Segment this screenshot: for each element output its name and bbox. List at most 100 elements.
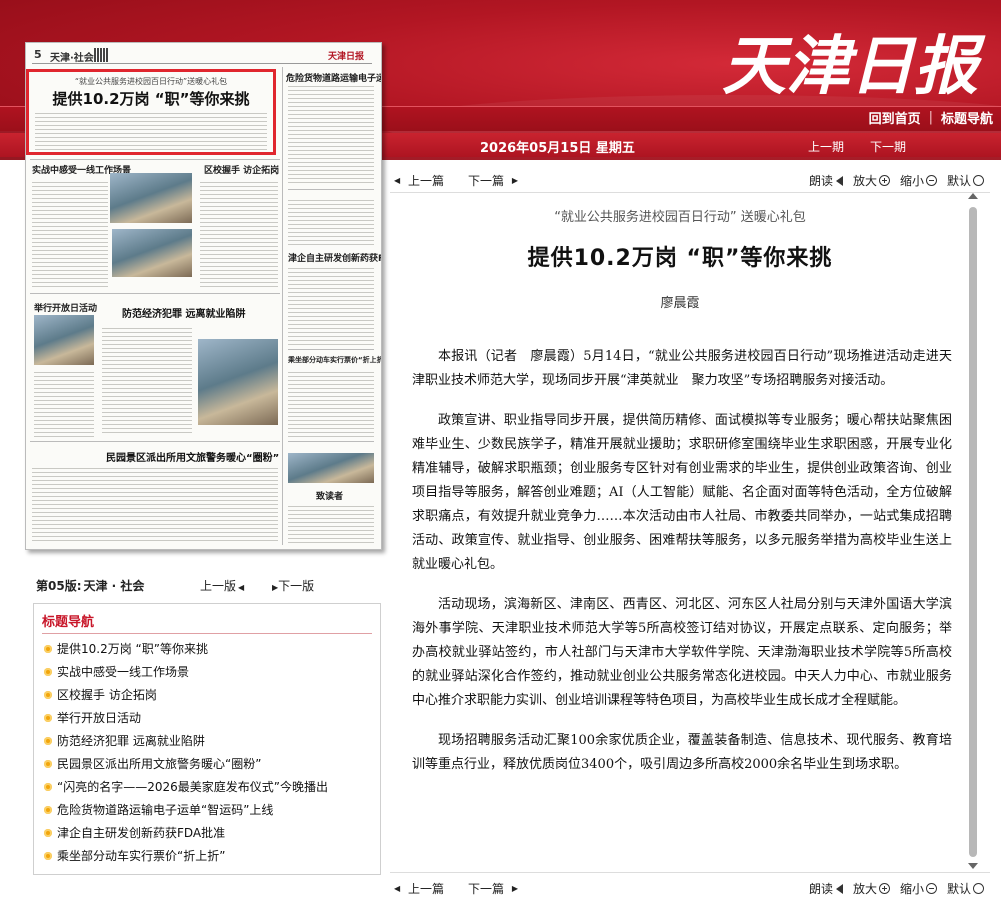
np-page-number: 5 [34, 48, 42, 61]
default-size-button[interactable]: 默认 [947, 172, 984, 189]
bullet-icon [44, 736, 52, 745]
toc-item[interactable]: 危险货物道路运输电子运单“智运码”上线 [44, 801, 273, 818]
toc-item-label: 防范经济犯罪 远离就业陷阱 [57, 734, 205, 748]
prev-page-label: 上一版 [200, 579, 237, 593]
scrollbar-thumb[interactable] [969, 207, 977, 857]
bullet-icon [44, 644, 52, 653]
toc-item-label: 乘坐部分动车实行票价“折上折” [57, 849, 226, 863]
np-text-block [288, 265, 374, 345]
next-issue-link[interactable]: 下一期 [870, 138, 906, 155]
next-page-link[interactable]: ▶下一版 [272, 577, 314, 594]
next-article-label: 下一篇 [468, 174, 505, 188]
article-author: 廖晨霞 [660, 296, 700, 311]
read-aloud-label: 朗读 [808, 174, 833, 188]
next-article-button[interactable]: 下一篇 ▶ [468, 172, 518, 189]
article-toolbar-bottom: ◀ 上一篇 下一篇 ▶ 朗读 放大 缩小 默认 [394, 877, 984, 897]
toc-item[interactable]: 乘坐部分动车实行票价“折上折” [44, 847, 225, 864]
article-body: 本报讯（记者 廖晨霞）5月14日，“就业公共服务进校园百日行动”现场推进活动走进… [412, 345, 952, 793]
toc-item[interactable]: 民园景区派出所用文旅警务暖心“圈粉” [44, 755, 261, 772]
default-size-button[interactable]: 默认 [947, 880, 984, 897]
np-headline[interactable]: 致读者 [316, 489, 343, 502]
zoom-in-button[interactable]: 放大 [853, 172, 890, 189]
np-section-name: 天津·社会 [50, 53, 94, 64]
bullet-icon [44, 713, 52, 722]
next-article-button[interactable]: 下一篇 ▶ [468, 880, 518, 897]
np-highlighted-article[interactable]: “就业公共服务进校园百日行动”送暖心礼包 提供10.2万岗 “职”等你来挑 [26, 69, 276, 155]
tianjin-daily-logo[interactable]: 天津日报 [718, 10, 988, 110]
toc-divider [42, 633, 372, 634]
np-text-block [200, 179, 278, 289]
prev-issue-link[interactable]: 上一期 [808, 138, 844, 155]
toc-item[interactable]: 提供10.2万岗 “职”等你来挑 [44, 640, 208, 657]
np-headline[interactable]: 乘坐部分动车实行票价“折上折” [288, 355, 381, 365]
np-headline[interactable]: 区校握手 访企拓岗 [204, 163, 279, 176]
toc-item[interactable]: 津企自主研发创新药获FDA批准 [44, 824, 225, 841]
toc-item[interactable]: 防范经济犯罪 远离就业陷阱 [44, 732, 205, 749]
newspaper-page-thumbnail[interactable]: 5 天津·社会 天津日报 “就业公共服务进校园百日行动”送暖心礼包 提供10.2… [25, 42, 382, 550]
np-headline[interactable]: 举行开放日活动 [34, 301, 97, 314]
read-aloud-button[interactable]: 朗读 [809, 880, 843, 897]
np-highlight-subtitle: “就业公共服务进校园百日行动”送暖心礼包 [74, 77, 228, 86]
read-aloud-button[interactable]: 朗读 [809, 172, 843, 189]
toc-item-label: 实战中感受一线工作场景 [57, 665, 190, 679]
issue-date: 2026年05月15日 星期五 [480, 137, 635, 156]
default-size-label: 默认 [946, 174, 971, 188]
np-divider [30, 293, 280, 294]
prev-article-button[interactable]: ◀ 上一篇 [394, 172, 444, 189]
page-label: 第05版: [36, 579, 82, 593]
bullet-icon [44, 759, 52, 768]
logo-text: 天津日报 [722, 29, 986, 104]
toc-item[interactable]: 实战中感受一线工作场景 [44, 663, 189, 680]
minus-circle-icon [925, 883, 937, 894]
article-scrollbar[interactable] [967, 193, 979, 869]
toc-item-label: 民园景区派出所用文旅警务暖心“圈粉” [57, 757, 262, 771]
scroll-down-arrow-icon[interactable] [968, 863, 978, 869]
np-headline[interactable]: 危险货物道路运输电子运单“智运码”上线 [286, 71, 381, 84]
page-section: 天津 · 社会 [83, 579, 145, 593]
np-text-block [288, 197, 374, 247]
scroll-up-arrow-icon[interactable] [968, 193, 978, 199]
np-divider [30, 159, 280, 160]
topics-nav-link[interactable]: 标题导航 [941, 108, 993, 127]
toc-item-label: 危险货物道路运输电子运单“智运码”上线 [57, 803, 274, 817]
np-text-block [288, 503, 374, 543]
np-headline[interactable]: 民园景区派出所用文旅警务暖心“圈粉” [106, 449, 279, 464]
prev-page-link[interactable]: 上一版 [200, 577, 244, 594]
np-text-block [32, 179, 108, 289]
zoom-out-label: 缩小 [899, 174, 924, 188]
zoom-out-button[interactable]: 缩小 [900, 172, 937, 189]
speaker-icon [835, 175, 843, 186]
triangle-left-icon [236, 579, 244, 593]
article-paragraph: 活动现场，滨海新区、津南区、西青区、河北区、河东区人社局分别与天津外国语大学滨海… [412, 597, 952, 708]
np-headline[interactable]: 津企自主研发创新药获FDA批准 [288, 251, 381, 264]
read-aloud-label: 朗读 [808, 882, 833, 896]
np-photo [198, 339, 278, 425]
np-text-block [35, 110, 267, 150]
headline-navigation: 标题导航 提供10.2万岗 “职”等你来挑 实战中感受一线工作场景 区校握手 访… [33, 603, 381, 875]
circle-icon [973, 883, 984, 894]
speaker-icon [835, 883, 843, 894]
triangle-left-icon: ◀ [394, 176, 401, 185]
circle-icon [973, 175, 984, 186]
zoom-out-button[interactable]: 缩小 [900, 880, 937, 897]
toc-item[interactable]: “闪亮的名字——2026最美家庭发布仪式”今晚播出 [44, 778, 328, 795]
toc-item[interactable]: 举行开放日活动 [44, 709, 141, 726]
np-headline[interactable]: 防范经济犯罪 远离就业陷阱 [122, 305, 245, 320]
home-link[interactable]: 回到首页 [869, 108, 921, 127]
np-text-block [288, 369, 374, 439]
np-text-block [32, 465, 278, 543]
prev-article-button[interactable]: ◀ 上一篇 [394, 880, 444, 897]
zoom-in-label: 放大 [852, 174, 877, 188]
default-size-label: 默认 [946, 882, 971, 896]
bullet-icon [44, 667, 52, 676]
triangle-right-icon: ▶ [511, 176, 518, 185]
toc-item-label: 区校握手 访企拓岗 [57, 688, 157, 702]
np-photo [110, 173, 192, 223]
zoom-out-label: 缩小 [899, 882, 924, 896]
toc-item[interactable]: 区校握手 访企拓岗 [44, 686, 157, 703]
prev-article-label: 上一篇 [407, 882, 444, 896]
zoom-in-button[interactable]: 放大 [853, 880, 890, 897]
toc-item-label: 举行开放日活动 [57, 711, 142, 725]
next-article-label: 下一篇 [468, 882, 505, 896]
qr-code-icon [94, 48, 108, 62]
